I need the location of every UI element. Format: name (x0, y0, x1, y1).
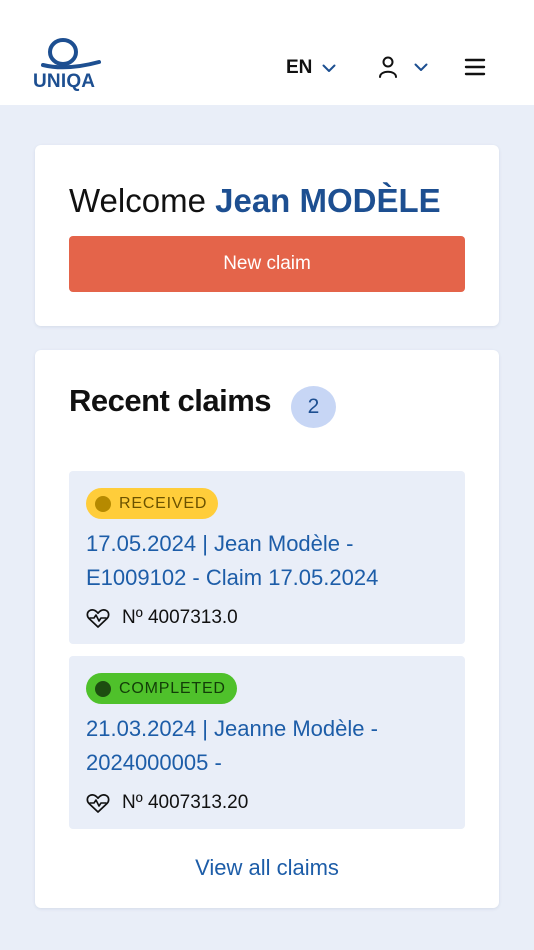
view-all-claims-link[interactable]: View all claims (35, 855, 499, 881)
chevron-down-icon (414, 63, 428, 71)
user-menu[interactable] (378, 55, 428, 79)
claim-title[interactable]: 17.05.2024 | Jean Modèle - E1009102 - Cl… (86, 527, 456, 595)
user-name: Jean MODÈLE (215, 182, 441, 219)
hamburger-menu-button[interactable] (464, 57, 486, 77)
welcome-card: Welcome Jean MODÈLE New claim (35, 145, 499, 326)
app-header: UNIQA EN (0, 0, 534, 105)
new-claim-button[interactable]: New claim (69, 236, 465, 292)
user-icon (379, 56, 397, 78)
heart-pulse-icon (86, 609, 110, 628)
claim-policy: Nº 4007313.20 (86, 791, 248, 815)
claims-count-badge: 2 (291, 386, 336, 428)
policy-number: Nº 4007313.20 (122, 792, 249, 813)
claim-item[interactable]: COMPLETED 21.03.2024 | Jeanne Modèle - 2… (69, 656, 465, 829)
welcome-heading: Welcome Jean MODÈLE (69, 182, 441, 220)
uniqa-logo[interactable]: UNIQA (33, 38, 105, 96)
status-dot-icon (95, 680, 111, 697)
chevron-down-icon (322, 64, 336, 72)
status-dot-icon (95, 495, 111, 512)
hamburger-menu-icon (464, 58, 486, 76)
claim-item[interactable]: RECEIVED 17.05.2024 | Jean Modèle - E100… (69, 471, 465, 644)
status-badge: RECEIVED (86, 488, 219, 519)
welcome-greeting: Welcome (69, 182, 206, 219)
recent-claims-title: Recent claims (69, 383, 272, 418)
language-selector[interactable]: EN (286, 56, 336, 80)
status-label: COMPLETED (119, 679, 226, 697)
status-label: RECEIVED (119, 494, 208, 512)
policy-number: Nº 4007313.0 (122, 607, 238, 628)
recent-claims-card: Recent claims 2 RECEIVED 17.05.2024 | Je… (35, 350, 499, 908)
logo-text: UNIQA (33, 71, 96, 92)
claim-title[interactable]: 21.03.2024 | Jeanne Modèle - 2024000005 … (86, 712, 456, 780)
logo-mark-icon (41, 38, 101, 70)
language-label: EN (286, 57, 313, 78)
claim-policy: Nº 4007313.0 (86, 606, 238, 630)
heart-pulse-icon (86, 794, 110, 813)
status-badge: COMPLETED (86, 673, 237, 704)
